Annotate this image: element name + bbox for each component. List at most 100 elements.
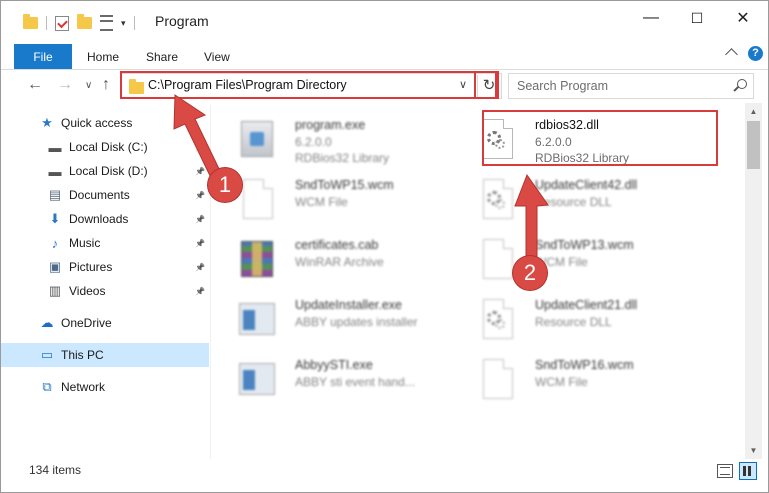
file-detail: Resource DLL	[535, 195, 612, 209]
documents-icon: ▤	[48, 187, 62, 202]
search-box[interactable]	[508, 73, 754, 99]
collapse-ribbon-chevron-icon[interactable]	[725, 48, 738, 61]
file-name: SndToWP13.wcm	[535, 238, 634, 252]
winrar-icon	[239, 239, 275, 279]
address-highlight-box	[120, 71, 499, 99]
file-detail: ABBY sti event hand...	[295, 375, 415, 389]
annotation-badge-1: 1	[208, 168, 242, 202]
pane-divider[interactable]	[210, 105, 211, 459]
file-item[interactable]: SndToWP13.wcm WCM File	[467, 229, 697, 285]
app-window-icon	[239, 359, 275, 399]
details-view-icon[interactable]	[717, 464, 733, 478]
file-name: SndToWP16.wcm	[535, 358, 634, 372]
file-detail: WinRAR Archive	[295, 255, 384, 269]
file-name: UpdateClient42.dll	[535, 178, 638, 192]
annotation-badge-2: 2	[513, 256, 547, 290]
sidebar-item-label: Network	[61, 380, 106, 394]
file-item[interactable]: UpdateClient42.dll Resource DLL	[467, 169, 697, 225]
sidebar-item-label: Local Disk (D:)	[69, 164, 148, 178]
up-button[interactable]: ↑	[102, 76, 110, 94]
scroll-up-arrow-icon[interactable]: ▲	[745, 103, 762, 120]
file-name: UpdateInstaller.exe	[295, 298, 403, 312]
properties-icon[interactable]	[55, 15, 69, 31]
file-detail: WCM File	[535, 375, 588, 389]
videos-icon: ▥	[48, 283, 62, 298]
file-item[interactable]: UpdateInstaller.exe ABBY updates installe…	[227, 289, 457, 345]
ribbon-tabs: File Home Share View ?	[1, 41, 768, 70]
file-name: program.exe	[295, 118, 366, 132]
sidebar-item-onedrive[interactable]: ☁ OneDrive	[1, 311, 209, 335]
sidebar-item-label: This PC	[61, 348, 104, 362]
dll-gear-icon	[479, 179, 515, 219]
app-window-icon	[239, 299, 275, 339]
sidebar-item-label: Pictures	[69, 260, 113, 274]
pictures-icon: ▣	[48, 259, 62, 274]
blank-file-icon	[239, 179, 275, 219]
file-item[interactable]: SndToWP16.wcm WCM File	[467, 349, 697, 405]
file-item[interactable]: UpdateClient21.dll Resource DLL	[467, 289, 697, 345]
file-name: certificates.cab	[295, 238, 379, 252]
file-name: UpdateClient21.dll	[535, 298, 638, 312]
scroll-down-arrow-icon[interactable]: ▼	[745, 442, 762, 459]
file-detail: Resource DLL	[535, 315, 612, 329]
file-item[interactable]: program.exe 6.2.0.0 RDBios32 Library	[227, 109, 457, 165]
file-name: AbbyySTI.exe	[295, 358, 373, 372]
scrollbar-thumb[interactable]	[747, 121, 760, 169]
file-item[interactable]: certificates.cab WinRAR Archive	[227, 229, 457, 285]
sidebar-item-label: OneDrive	[61, 316, 112, 330]
sidebar-item-downloads[interactable]: ⬇ Downloads 📌	[1, 207, 209, 231]
status-bar: 134 items	[1, 459, 768, 481]
pin-icon[interactable]: 📌	[195, 191, 205, 200]
sidebar-item-label: Local Disk (C:)	[69, 140, 148, 154]
sidebar-item-label: Music	[69, 236, 101, 250]
toolbar-divider	[133, 16, 135, 30]
quick-access-toolbar: ▾	[23, 14, 135, 31]
tab-home[interactable]: Home	[87, 44, 119, 69]
file-item[interactable]: SndToWP15.wcm WCM File	[227, 169, 457, 225]
forward-button[interactable]: →	[57, 76, 73, 94]
file-item[interactable]: AbbyySTI.exe ABBY sti event hand...	[227, 349, 457, 405]
back-button[interactable]: ←	[27, 76, 43, 94]
sidebar-item-quick-access[interactable]: ★ Quick access	[1, 111, 209, 135]
tab-share[interactable]: Share	[146, 44, 178, 69]
pin-icon[interactable]: 📌	[195, 263, 205, 272]
sidebar-item-network[interactable]: ⧉ Network	[1, 375, 209, 399]
vertical-scrollbar[interactable]: ▲ ▼	[745, 103, 762, 459]
title-bar: ▾ Program — ☐ ✕	[1, 1, 768, 41]
pin-icon[interactable]: 📌	[195, 143, 205, 152]
minimize-button[interactable]: —	[628, 1, 674, 35]
folder-icon	[23, 14, 38, 29]
computer-icon: ▭	[40, 347, 54, 362]
dll-gear-icon	[479, 299, 515, 339]
refresh-highlight-box	[474, 71, 497, 99]
pin-icon[interactable]: 📌	[195, 167, 205, 176]
pin-icon[interactable]: 📌	[195, 287, 205, 296]
search-icon[interactable]	[737, 79, 747, 89]
help-icon[interactable]: ?	[748, 46, 763, 61]
file-detail: WCM File	[295, 195, 348, 209]
checklist-icon[interactable]	[100, 15, 113, 31]
recent-locations-button[interactable]: ∨	[85, 80, 92, 91]
tab-view[interactable]: View	[204, 44, 230, 69]
sidebar-item-local-disk-d[interactable]: ▬ Local Disk (D:) 📌	[1, 159, 209, 183]
sidebar-item-documents[interactable]: ▤ Documents 📌	[1, 183, 209, 207]
new-folder-icon[interactable]	[77, 14, 92, 29]
customize-toolbar-chevron-icon[interactable]: ▾	[121, 18, 126, 29]
sidebar-item-local-disk-c[interactable]: ▬ Local Disk (C:) 📌	[1, 135, 209, 159]
tab-file[interactable]: File	[14, 44, 72, 69]
pin-icon[interactable]: 📌	[195, 239, 205, 248]
file-highlight-box	[482, 110, 718, 166]
sidebar-item-this-pc[interactable]: ▭ This PC	[1, 343, 209, 367]
file-detail: ABBY updates installer	[295, 315, 418, 329]
sidebar-item-videos[interactable]: ▥ Videos 📌	[1, 279, 209, 303]
star-icon: ★	[41, 115, 53, 130]
sidebar-item-label: Quick access	[61, 116, 133, 130]
sidebar-item-pictures[interactable]: ▣ Pictures 📌	[1, 255, 209, 279]
maximize-button[interactable]: ☐	[674, 1, 720, 35]
drive-icon: ▬	[48, 139, 62, 155]
close-button[interactable]: ✕	[720, 1, 766, 35]
search-input[interactable]	[515, 77, 719, 95]
sidebar-item-music[interactable]: ♪ Music 📌	[1, 231, 209, 255]
large-icons-view-icon[interactable]	[739, 462, 757, 480]
pin-icon[interactable]: 📌	[195, 215, 205, 224]
